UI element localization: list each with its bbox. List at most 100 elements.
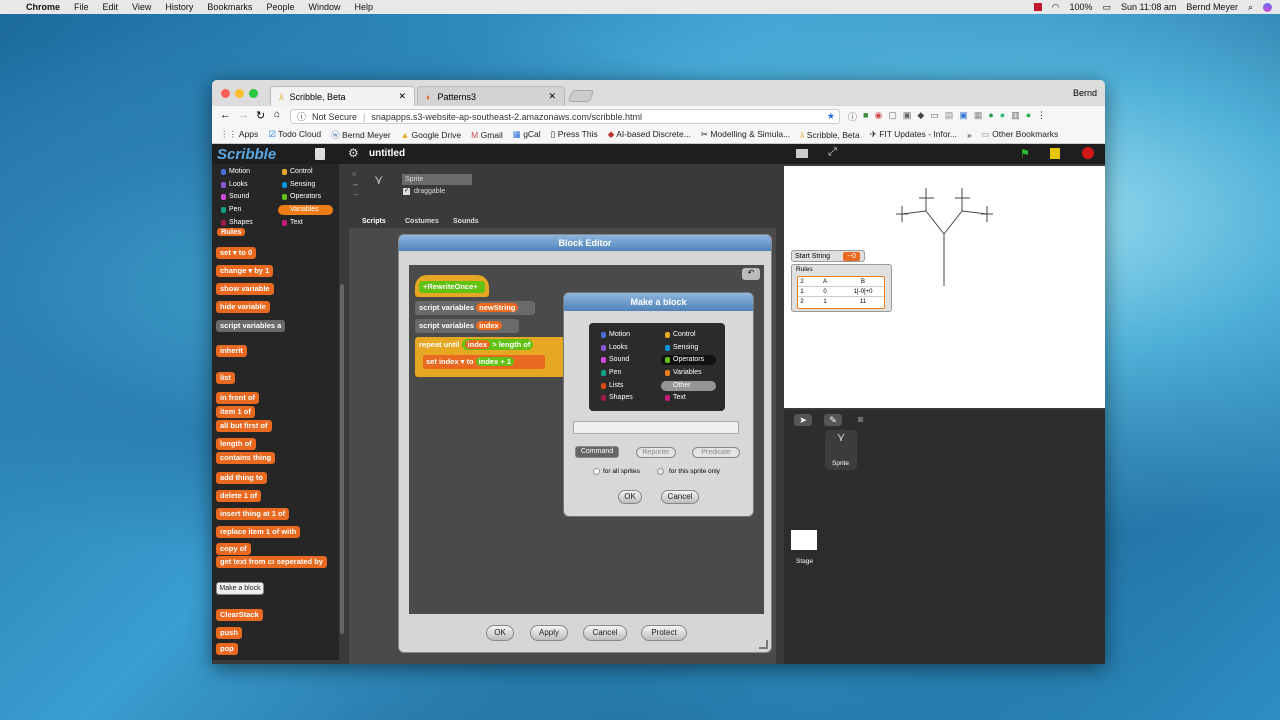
menu-icon[interactable]: ⋮	[1037, 110, 1046, 123]
new-tab-button[interactable]	[567, 90, 595, 102]
menu-edit[interactable]: Edit	[103, 2, 119, 12]
bookmark-bernd-meyer[interactable]: ⓦ Bernd Meyer	[331, 129, 391, 141]
bookmark-fit-updates[interactable]: ✈ FIT Updates - Infor...	[870, 129, 957, 140]
pop-block[interactable]: pop	[216, 643, 238, 655]
replace-item-block[interactable]: replace item 1 of with	[216, 526, 301, 538]
category-sensing[interactable]: Sensing	[661, 343, 716, 353]
bookmark-ai-discrete[interactable]: ◆ AI-based Discrete...	[608, 129, 691, 140]
fullscreen-icon[interactable]: ⤢	[828, 146, 837, 159]
minimize-window-button[interactable]	[235, 89, 244, 98]
bookmark-google-drive[interactable]: ▲ Google Drive	[401, 130, 461, 140]
home-icon[interactable]: ⌂	[274, 109, 280, 120]
extension-icon[interactable]: ◉	[874, 110, 882, 123]
get-text-from-block[interactable]: get text from ▭ seperated by	[216, 556, 327, 568]
bookmark-press-this[interactable]: ▯ Press This	[551, 129, 598, 140]
category-text[interactable]: Text	[661, 393, 716, 403]
category-lists[interactable]: Lists	[597, 381, 652, 391]
user-name[interactable]: Bernd Meyer	[1186, 2, 1238, 12]
category-looks[interactable]: Looks	[217, 180, 272, 190]
star-icon[interactable]: ★	[827, 111, 835, 122]
menu-bookmarks[interactable]: Bookmarks	[207, 2, 252, 12]
plus-block[interactable]: index + 1	[475, 357, 514, 366]
record-icon[interactable]	[1033, 3, 1042, 11]
forward-icon[interactable]: →	[238, 109, 249, 121]
ok-button[interactable]: OK	[486, 625, 514, 641]
green-flag-icon[interactable]: ⚑	[1020, 147, 1030, 160]
item-of-block[interactable]: item 1 of	[216, 406, 255, 418]
copy-of-block[interactable]: copy of	[216, 543, 251, 555]
list-block[interactable]: list	[216, 372, 235, 384]
wifi-icon[interactable]: ◠	[1052, 2, 1060, 13]
bookmark-gmail[interactable]: M Gmail	[471, 130, 503, 140]
stage[interactable]: Start String --0 Rules 2 A B 1 0 1[-0]+0…	[784, 166, 1105, 408]
greater-than-block[interactable]: index > length of	[461, 339, 534, 350]
make-block-title[interactable]: Make a block	[564, 293, 753, 311]
menu-window[interactable]: Window	[308, 2, 340, 12]
hat-block[interactable]: +RewriteOnce+	[415, 275, 489, 297]
chrome-icon[interactable]: ●	[988, 110, 993, 123]
cancel-button[interactable]: Cancel	[661, 490, 699, 504]
category-motion[interactable]: Motion	[597, 330, 652, 340]
sprite-name-field[interactable]: Sprite	[402, 174, 472, 185]
menu-app-name[interactable]: Chrome	[26, 2, 60, 12]
category-shapes[interactable]: Shapes	[597, 393, 652, 403]
tab-sounds[interactable]: Sounds	[453, 218, 479, 225]
bookmark-apps[interactable]: ⋮⋮ Apps	[220, 129, 258, 140]
rules-watcher[interactable]: Rules 2 A B 1 0 1[-0]+0 2 1 11	[791, 264, 892, 312]
rules-table[interactable]: 2 A B 1 0 1[-0]+0 2 1 11	[797, 276, 885, 309]
bookmark-other[interactable]: ▭ Other Bookmarks	[982, 129, 1059, 140]
category-control[interactable]: Control	[278, 167, 333, 177]
bookmark-todo-cloud[interactable]: ☑ Todo Cloud	[268, 129, 321, 140]
profile-name[interactable]: Bernd	[1073, 88, 1097, 98]
tab-patterns3[interactable]: ◐ Patterns3 ✕	[417, 86, 565, 106]
ok-button[interactable]: OK	[618, 490, 642, 504]
camera-icon[interactable]: ◙	[858, 414, 863, 424]
var-new-string[interactable]: newString	[476, 303, 519, 312]
push-block[interactable]: push	[216, 627, 242, 639]
extension-icon[interactable]: ◆	[917, 110, 924, 123]
rotation-style-buttons[interactable]: ○ ↔ →	[352, 170, 359, 200]
bookmark-scribble[interactable]: λ Scribble, Beta	[800, 130, 860, 140]
close-window-button[interactable]	[221, 89, 230, 98]
set-block[interactable]: set ▾ to 0	[216, 247, 257, 259]
zoom-window-button[interactable]	[249, 89, 258, 98]
prototype-block[interactable]: +RewriteOnce+	[419, 281, 485, 293]
category-pen[interactable]: Pen	[217, 205, 272, 215]
bookmark-modelling[interactable]: ✂ Modelling & Simula...	[701, 129, 790, 140]
category-sound[interactable]: Sound	[597, 355, 652, 365]
cancel-button[interactable]: Cancel	[583, 625, 627, 641]
clock[interactable]: Sun 11:08 am	[1121, 2, 1176, 12]
extension-icon[interactable]: ●	[1000, 110, 1005, 123]
extension-icon[interactable]: ■	[863, 110, 868, 123]
menu-view[interactable]: View	[132, 2, 151, 12]
category-control[interactable]: Control	[661, 330, 716, 340]
info-icon[interactable]: ⓘ	[297, 110, 306, 123]
repeat-until-block[interactable]: repeat until index > length of set index…	[415, 337, 565, 377]
extension-icon[interactable]: ●	[1026, 110, 1031, 123]
insert-at-block[interactable]: insert thing at 1 of	[216, 508, 290, 520]
battery-icon[interactable]: ▭	[1103, 2, 1112, 13]
block-editor-title[interactable]: Block Editor	[399, 235, 771, 251]
category-pen[interactable]: Pen	[597, 368, 652, 378]
bookmark-gcal[interactable]: ▦ gCal	[513, 129, 541, 140]
category-variables[interactable]: Variables	[661, 368, 716, 378]
category-sensing[interactable]: Sensing	[278, 180, 333, 190]
gear-icon[interactable]: ⚙	[348, 146, 359, 160]
stage-size-icon[interactable]	[796, 149, 808, 158]
category-sound[interactable]: Sound	[217, 192, 272, 202]
inherit-block[interactable]: inherit	[216, 345, 247, 357]
extension-icon[interactable]: ▣	[959, 110, 968, 123]
show-variable-block[interactable]: show variable	[216, 283, 274, 295]
menu-help[interactable]: Help	[354, 2, 373, 12]
block-name-input[interactable]	[573, 421, 739, 434]
start-string-watcher[interactable]: Start String --0	[791, 250, 865, 262]
apply-button[interactable]: Apply	[530, 625, 568, 641]
menu-history[interactable]: History	[165, 2, 193, 12]
category-text[interactable]: Text	[278, 218, 333, 228]
close-icon[interactable]: ✕	[548, 91, 556, 102]
length-of-block[interactable]: length of	[216, 438, 256, 450]
variable-rules-block[interactable]: Rules	[217, 228, 246, 236]
category-variables[interactable]: Variables	[278, 205, 333, 215]
script-variables-block[interactable]: script variables index	[415, 319, 519, 333]
siri-icon[interactable]	[1263, 2, 1272, 12]
